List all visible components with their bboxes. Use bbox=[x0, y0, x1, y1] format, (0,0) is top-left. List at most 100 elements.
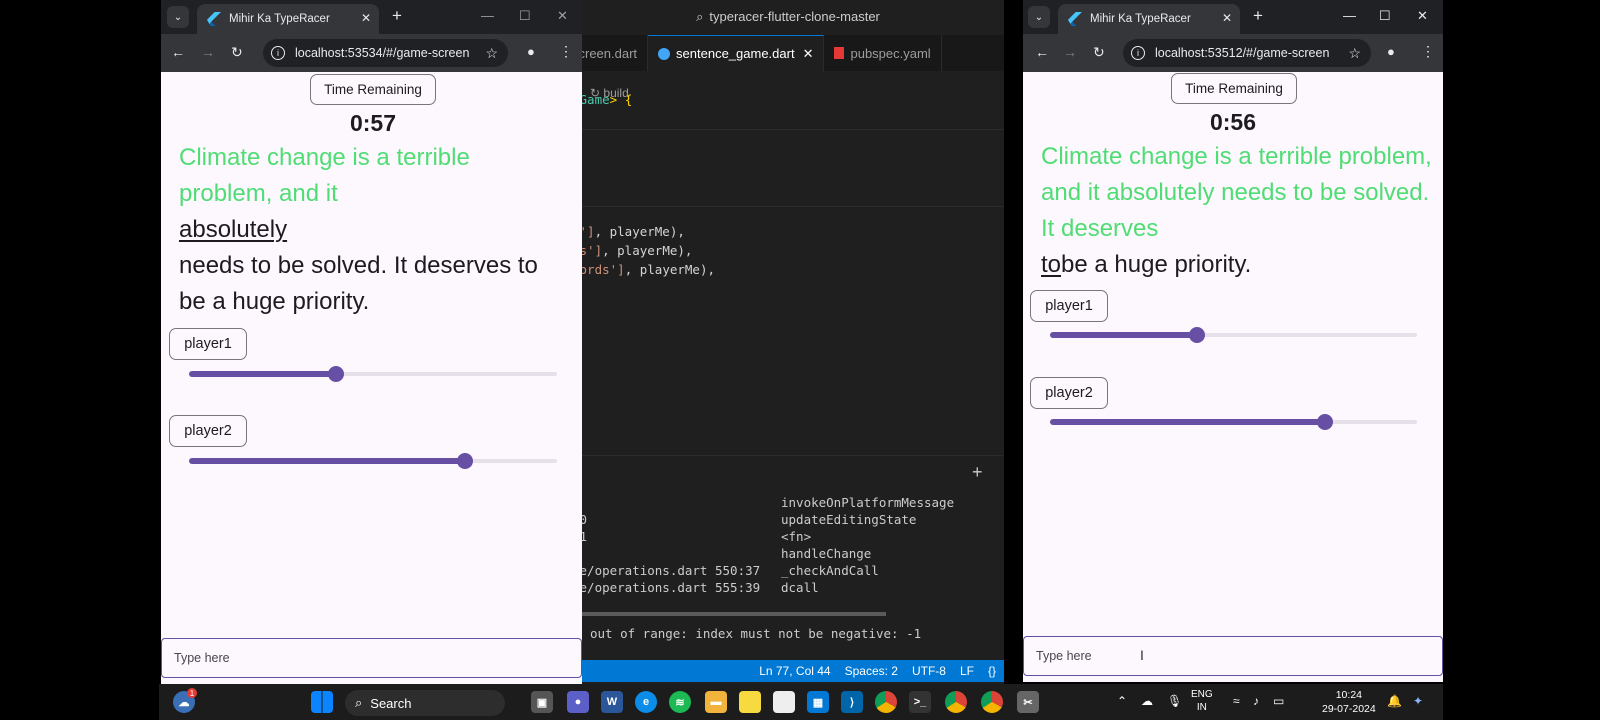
tab-screen-dart[interactable]: screen.dart bbox=[572, 35, 649, 71]
divider bbox=[572, 206, 1004, 207]
site-info-icon[interactable]: i bbox=[271, 46, 285, 60]
time-remaining-button[interactable]: Time Remaining bbox=[310, 74, 436, 105]
vscode-title: typeracer-flutter-clone-master bbox=[709, 9, 880, 24]
player1-progress-slider[interactable] bbox=[189, 366, 557, 382]
onedrive-icon[interactable]: ☁ bbox=[1141, 694, 1153, 708]
store-icon[interactable]: ▦ bbox=[807, 691, 829, 713]
cursor-position[interactable]: Ln 77, Col 44 bbox=[759, 664, 830, 678]
tab-search-button[interactable]: ⌄ bbox=[1028, 6, 1050, 28]
new-tab-button[interactable]: + bbox=[392, 6, 402, 26]
slider-thumb[interactable] bbox=[328, 366, 345, 382]
game-screen: Time Remaining 0:56 Climate change is a … bbox=[1023, 72, 1443, 682]
player2-progress-slider[interactable] bbox=[189, 453, 557, 469]
browser-tab[interactable]: Mihir Ka TypeRacer ✕ bbox=[1058, 4, 1240, 34]
word-icon[interactable]: W bbox=[601, 691, 623, 713]
code-brace: > { bbox=[609, 92, 633, 107]
back-arrow-icon[interactable]: ← bbox=[171, 44, 185, 60]
tab-title: Mihir Ka TypeRacer bbox=[1090, 13, 1191, 25]
slider-thumb[interactable] bbox=[1188, 327, 1205, 343]
player2-chip[interactable]: player2 bbox=[169, 415, 247, 447]
new-tab-button[interactable]: + bbox=[1253, 6, 1263, 26]
chrome-icon[interactable] bbox=[875, 691, 897, 713]
edge-icon[interactable]: e bbox=[635, 691, 657, 713]
site-info-icon[interactable]: i bbox=[1131, 46, 1145, 60]
windows-start-icon[interactable] bbox=[311, 691, 333, 713]
profile-icon[interactable]: ● bbox=[1387, 44, 1395, 59]
chrome-icon[interactable] bbox=[981, 691, 1003, 713]
text-cursor-icon: I bbox=[1140, 647, 1144, 663]
taskbar-search[interactable]: ⌕ Search bbox=[345, 690, 505, 716]
teams-icon[interactable]: ● bbox=[567, 691, 589, 713]
task-view-icon[interactable]: ▣ bbox=[531, 691, 553, 713]
copilot-icon[interactable]: ✦ bbox=[1413, 694, 1423, 708]
player1-progress-slider[interactable] bbox=[1050, 327, 1417, 343]
player1-chip[interactable]: player1 bbox=[1030, 290, 1108, 322]
profile-icon[interactable]: ● bbox=[527, 44, 535, 59]
player1-chip[interactable]: player1 bbox=[169, 328, 247, 360]
close-icon[interactable]: ✕ bbox=[803, 46, 814, 62]
new-terminal-button[interactable]: + bbox=[972, 462, 983, 483]
close-icon[interactable]: ✕ bbox=[1222, 11, 1232, 25]
tab-sentence-game-dart[interactable]: sentence_game.dart ✕ bbox=[648, 35, 825, 71]
bookmark-star-icon[interactable]: ☆ bbox=[485, 45, 498, 62]
remaining-text: needs to be solved. It deserves to be a … bbox=[179, 252, 538, 315]
search-icon[interactable]: ⌕ bbox=[696, 9, 703, 25]
language-indicator[interactable]: ENG IN bbox=[1191, 688, 1213, 714]
tab-pubspec-yaml[interactable]: pubspec.yaml bbox=[824, 35, 942, 71]
minimize-icon[interactable]: — bbox=[1343, 8, 1356, 23]
taskbar-clock[interactable]: 10:24 29-07-2024 bbox=[1322, 688, 1376, 716]
player2-chip[interactable]: player2 bbox=[1030, 377, 1108, 409]
reload-icon[interactable]: ↻ bbox=[1093, 44, 1105, 61]
code-text: , playerMe), bbox=[594, 224, 685, 239]
slider-thumb[interactable] bbox=[457, 453, 473, 469]
encoding[interactable]: UTF-8 bbox=[912, 664, 946, 678]
line-ending[interactable]: LF bbox=[960, 664, 974, 678]
chrome-icon[interactable] bbox=[945, 691, 967, 713]
close-icon[interactable]: ✕ bbox=[361, 11, 371, 25]
vscode-icon[interactable]: ⟩ bbox=[841, 691, 863, 713]
window-close-icon[interactable]: ✕ bbox=[1417, 8, 1428, 24]
flutter-icon bbox=[207, 12, 221, 26]
type-here-input[interactable] bbox=[161, 638, 582, 678]
address-bar[interactable]: i localhost:53534/#/game-screen ☆ bbox=[263, 39, 508, 67]
wifi-icon[interactable]: ≈ bbox=[1233, 694, 1240, 708]
kebab-menu-icon[interactable]: ⋮ bbox=[1421, 43, 1435, 60]
spotify-icon[interactable]: ≋ bbox=[669, 691, 691, 713]
indentation[interactable]: Spaces: 2 bbox=[845, 664, 898, 678]
volume-icon[interactable]: ♪ bbox=[1253, 694, 1259, 708]
tab-search-button[interactable]: ⌄ bbox=[167, 6, 189, 28]
forward-arrow-icon[interactable]: → bbox=[201, 44, 215, 60]
bookmark-star-icon[interactable]: ☆ bbox=[1348, 45, 1361, 62]
back-arrow-icon[interactable]: ← bbox=[1035, 44, 1049, 60]
terminal-icon[interactable]: >_ bbox=[909, 691, 931, 713]
time-remaining-button[interactable]: Time Remaining bbox=[1171, 73, 1297, 104]
maximize-icon[interactable]: ☐ bbox=[1379, 8, 1391, 24]
sentence-text: Climate change is a terrible problem, an… bbox=[179, 140, 567, 320]
notifications-bell-icon[interactable]: 🔔 bbox=[1387, 694, 1402, 708]
language-mode[interactable]: {} bbox=[988, 664, 996, 678]
horizontal-scrollbar[interactable] bbox=[576, 612, 886, 616]
snipping-tool-icon[interactable]: ✂ bbox=[1017, 691, 1039, 713]
maximize-icon[interactable]: ☐ bbox=[519, 8, 531, 24]
minimize-icon[interactable]: — bbox=[481, 8, 494, 23]
left-browser-window: ⌄ Mihir Ka TypeRacer ✕ + — ☐ ✕ ← → ↻ i l… bbox=[161, 0, 582, 684]
battery-icon[interactable]: ▭ bbox=[1273, 694, 1284, 708]
reload-icon[interactable]: ↻ bbox=[231, 44, 243, 61]
search-label: Search bbox=[370, 695, 412, 711]
address-bar[interactable]: i localhost:53512/#/game-screen ☆ bbox=[1123, 39, 1371, 67]
window-close-icon[interactable]: ✕ bbox=[557, 8, 568, 24]
sticky-notes-icon[interactable] bbox=[739, 691, 761, 713]
microphone-icon[interactable]: 🎙 bbox=[1167, 694, 1182, 708]
slider-thumb[interactable] bbox=[1317, 414, 1334, 430]
clock-date: 29-07-2024 bbox=[1322, 703, 1376, 715]
terminal-error: out of range: index must not be negative… bbox=[590, 626, 922, 641]
kebab-menu-icon[interactable]: ⋮ bbox=[559, 43, 573, 60]
chevron-up-icon[interactable]: ⌃ bbox=[1117, 694, 1127, 708]
forward-arrow-icon[interactable]: → bbox=[1063, 44, 1077, 60]
notepad-icon[interactable] bbox=[773, 691, 795, 713]
player2-progress-slider[interactable] bbox=[1050, 414, 1417, 430]
type-here-input[interactable] bbox=[1023, 636, 1443, 676]
remaining-text: be a huge priority. bbox=[1061, 251, 1252, 278]
browser-tab[interactable]: Mihir Ka TypeRacer ✕ bbox=[197, 4, 379, 34]
file-explorer-icon[interactable]: ▬ bbox=[705, 691, 727, 713]
